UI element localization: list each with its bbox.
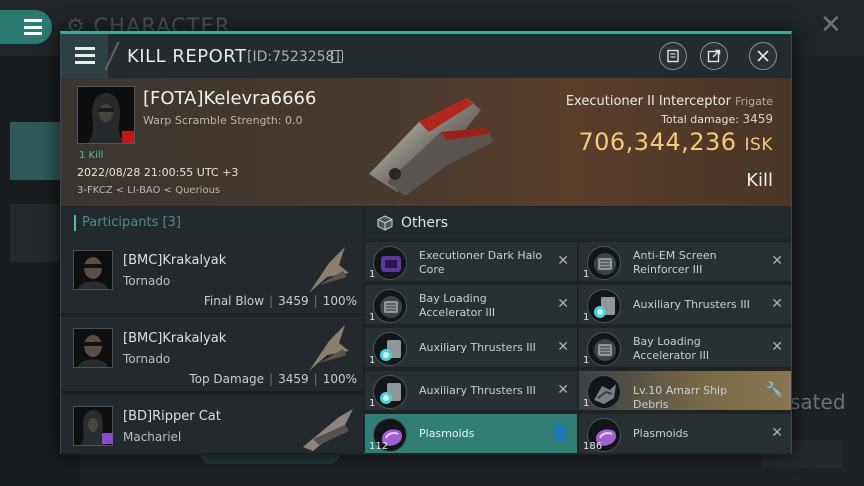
participant-row[interactable]: [BMC]Krakalyak Tornado Final Blow | 3459 | 1… bbox=[61, 239, 363, 315]
kill-report-modal: KILL REPORT [ID:7523258] [FOTA]Kelevra66… bbox=[60, 31, 792, 455]
participant-ship: Tornado bbox=[123, 274, 171, 288]
kill-datetime: 2022/08/28 21:00:55 UTC +3 bbox=[77, 166, 239, 179]
background-close-icon[interactable]: ✕ bbox=[820, 12, 842, 38]
total-damage: Total damage: 3459 bbox=[661, 112, 773, 126]
participant-name: [BMC]Krakalyak bbox=[123, 253, 227, 268]
participant-name: [BD]Ripper Cat bbox=[123, 409, 221, 424]
victim-ship-image bbox=[369, 98, 493, 196]
loot-item[interactable]: 186 Plasmoids ✕ bbox=[579, 414, 791, 455]
victim-name[interactable]: [FOTA]Kelevra6666 bbox=[143, 88, 316, 109]
modal-menu-button[interactable] bbox=[61, 34, 108, 78]
clipboard-icon[interactable] bbox=[659, 42, 687, 70]
isk-value: 706,344,236 ISK bbox=[578, 128, 773, 156]
debris-icon bbox=[587, 375, 621, 409]
item-label: Anti-EM Screen Reinforcer III bbox=[633, 249, 717, 276]
warp-scramble: Warp Scramble Strength: 0.0 bbox=[143, 114, 303, 127]
item-label: Auxiliary Thrusters III bbox=[419, 341, 536, 354]
loot-item[interactable]: 1 Auxiliary Thrusters III ✕ bbox=[579, 285, 791, 326]
loot-item[interactable]: 1 Bay Loading Accelerator III ✕ bbox=[365, 285, 577, 326]
item-label: Plasmoids bbox=[419, 427, 475, 440]
menu-icon bbox=[24, 19, 42, 35]
thruster-icon bbox=[587, 289, 621, 323]
kill-location[interactable]: 3-FKCZ < LI-BAO < Querious bbox=[77, 185, 220, 196]
core-icon bbox=[373, 246, 407, 280]
item-label: Auxiliary Thrusters III bbox=[633, 298, 750, 311]
item-quantity: 1 bbox=[583, 312, 590, 323]
item-quantity: 1 bbox=[369, 269, 376, 280]
loot-item[interactable]: 1 Executioner Dark Halo Core ✕ bbox=[365, 242, 577, 283]
participant-avatar bbox=[73, 328, 113, 368]
participant-ship: Tornado bbox=[123, 352, 171, 366]
loot-item[interactable]: 1 Anti-EM Screen Reinforcer III ✕ bbox=[579, 242, 791, 283]
loot-item[interactable]: 1 Bay Loading Accelerator III ✕ bbox=[579, 328, 791, 369]
participant-avatar bbox=[73, 406, 113, 446]
item-quantity: 1 bbox=[369, 398, 376, 409]
close-icon[interactable]: ✕ bbox=[771, 296, 783, 312]
participant-row[interactable]: [BD]Ripper Cat Machariel bbox=[61, 395, 363, 455]
copy-icon[interactable] bbox=[331, 50, 343, 63]
victim-avatar[interactable] bbox=[77, 86, 135, 144]
ship-image bbox=[309, 247, 349, 293]
close-icon[interactable]: ✕ bbox=[557, 253, 569, 269]
item-quantity: 186 bbox=[583, 441, 603, 452]
participant-name: [BMC]Krakalyak bbox=[123, 331, 227, 346]
rig-icon bbox=[587, 332, 621, 366]
victim-ship[interactable]: Executioner II Interceptor Frigate bbox=[566, 94, 773, 109]
menu-icon bbox=[75, 47, 95, 64]
close-icon[interactable] bbox=[749, 42, 777, 70]
item-label: Executioner Dark Halo Core bbox=[419, 249, 543, 276]
background-menu-button[interactable] bbox=[0, 10, 52, 44]
others-panel: Others 1 Executioner Dark Halo Core ✕ 1 Anti… bbox=[365, 207, 791, 455]
victim-banner: [FOTA]Kelevra6666 Warp Scramble Strength… bbox=[61, 78, 791, 206]
participant-ship: Machariel bbox=[123, 430, 182, 444]
item-label: Auxiliary Thrusters III bbox=[419, 384, 536, 397]
others-header: Others bbox=[365, 207, 791, 239]
item-quantity: 1 bbox=[583, 355, 590, 366]
item-label: Bay Loading Accelerator III bbox=[419, 292, 496, 319]
item-quantity: 1 bbox=[369, 355, 376, 366]
ship-image bbox=[309, 325, 349, 371]
rig-icon bbox=[587, 246, 621, 280]
loot-item[interactable]: 1 Auxiliary Thrusters III ✕ bbox=[365, 371, 577, 412]
item-label: Plasmoids bbox=[633, 427, 689, 440]
wrench-icon[interactable]: 🔧 bbox=[766, 382, 783, 398]
close-icon[interactable]: ✕ bbox=[557, 296, 569, 312]
kill-count: 1 Kill bbox=[79, 150, 104, 161]
close-icon[interactable]: ✕ bbox=[771, 339, 783, 355]
person-icon[interactable]: 👤 bbox=[552, 425, 569, 441]
item-label: Lv.10 Amarr Ship Debris bbox=[633, 384, 728, 411]
thruster-icon bbox=[373, 332, 407, 366]
item-quantity: 1 bbox=[369, 312, 376, 323]
participant-row[interactable]: [BMC]Krakalyak Tornado Top Damage | 3459 | 1… bbox=[61, 317, 363, 393]
close-icon[interactable]: ✕ bbox=[771, 425, 783, 441]
report-id: [ID:7523258] bbox=[247, 49, 340, 65]
status-badge bbox=[102, 433, 113, 444]
close-icon[interactable]: ✕ bbox=[557, 382, 569, 398]
loot-item[interactable]: 1 Lv.10 Amarr Ship Debris 🔧 bbox=[579, 371, 791, 412]
loot-item[interactable]: 112 Plasmoids 👤 bbox=[365, 414, 577, 455]
thruster-icon bbox=[373, 375, 407, 409]
background-text: sated bbox=[790, 390, 846, 414]
status-badge bbox=[122, 131, 134, 143]
ship-image bbox=[303, 409, 353, 451]
participants-panel: Participants [3] [BMC]Krakalyak Tornado … bbox=[61, 207, 363, 455]
participants-header: Participants [3] bbox=[61, 207, 363, 239]
rig-icon bbox=[373, 289, 407, 323]
loot-item[interactable]: 1 Auxiliary Thrusters III ✕ bbox=[365, 328, 577, 369]
cube-icon bbox=[377, 215, 393, 231]
kill-result: Kill bbox=[746, 170, 773, 191]
modal-header: KILL REPORT [ID:7523258] bbox=[61, 34, 791, 78]
close-icon[interactable]: ✕ bbox=[557, 339, 569, 355]
participant-avatar bbox=[73, 250, 113, 290]
external-link-icon[interactable] bbox=[700, 42, 728, 70]
item-label: Bay Loading Accelerator III bbox=[633, 335, 710, 362]
modal-title: KILL REPORT bbox=[127, 46, 247, 67]
item-quantity: 1 bbox=[583, 269, 590, 280]
item-quantity: 112 bbox=[369, 441, 389, 452]
item-quantity: 1 bbox=[583, 398, 590, 409]
close-icon[interactable]: ✕ bbox=[771, 253, 783, 269]
